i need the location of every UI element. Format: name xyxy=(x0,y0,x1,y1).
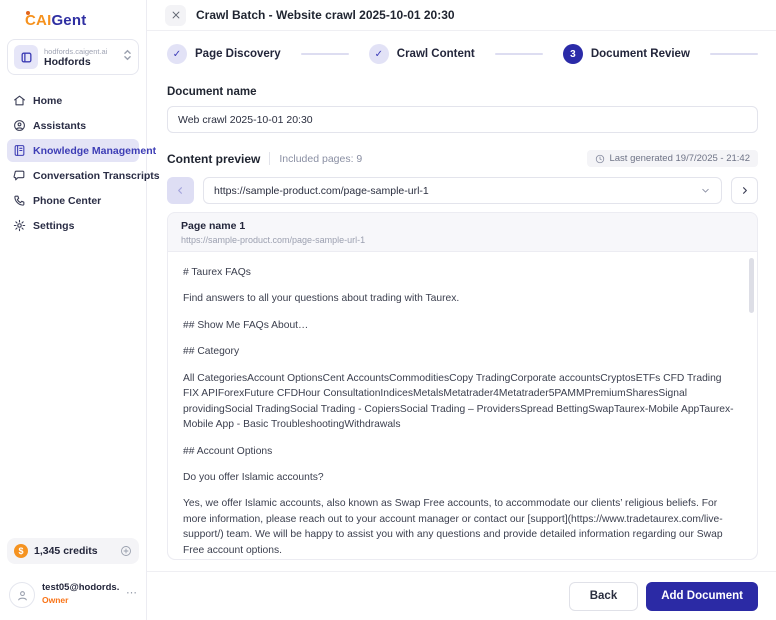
content-line: Yes, we offer Islamic accounts, also kno… xyxy=(183,496,735,558)
content-line: ## Show Me FAQs About… xyxy=(183,318,735,333)
step-page-discovery: ✓ Page Discovery xyxy=(167,44,281,64)
sidebar-nav: Home Assistants Knowledge Management Con… xyxy=(7,89,139,237)
close-button[interactable] xyxy=(165,5,186,26)
previous-page-button[interactable] xyxy=(167,177,194,204)
step-check-icon: ✓ xyxy=(369,44,389,64)
logo-text-gent: Gent xyxy=(51,12,86,29)
page-card-header: Page name 1 https://sample-product.com/p… xyxy=(168,213,757,251)
sidebar-item-label: Conversation Transcripts xyxy=(33,170,160,182)
avatar xyxy=(9,582,35,608)
sidebar-item-label: Settings xyxy=(33,220,74,232)
main-panel: Crawl Batch - Website crawl 2025-10-01 2… xyxy=(147,0,776,620)
sidebar-item-conversation-transcripts[interactable]: Conversation Transcripts xyxy=(7,164,139,187)
sidebar-item-settings[interactable]: Settings xyxy=(7,214,139,237)
chat-icon xyxy=(13,169,26,182)
app-logo: CAIGent xyxy=(7,10,139,39)
sidebar-item-assistants[interactable]: Assistants xyxy=(7,114,139,137)
content-line: ## Account Options xyxy=(183,444,735,459)
knowledge-icon xyxy=(13,144,26,157)
page-navigation-row: https://sample-product.com/page-sample-u… xyxy=(167,177,758,204)
last-generated-badge: Last generated 19/7/2025 - 21:42 xyxy=(587,150,758,167)
page-content-body[interactable]: # Taurex FAQs Find answers to all your q… xyxy=(168,251,757,559)
page-url: https://sample-product.com/page-sample-u… xyxy=(181,235,744,245)
add-credits-icon[interactable] xyxy=(120,545,132,557)
document-name-input[interactable] xyxy=(167,106,758,133)
scrollbar-thumb[interactable] xyxy=(749,258,754,313)
step-check-icon: ✓ xyxy=(167,44,187,64)
sidebar-item-knowledge-management[interactable]: Knowledge Management xyxy=(7,139,139,162)
sidebar-item-phone-center[interactable]: Phone Center xyxy=(7,189,139,212)
workspace-name: Hodfords xyxy=(44,56,117,68)
user-email: test05@hodords.co... xyxy=(42,582,119,593)
coin-icon: $ xyxy=(14,544,28,558)
credits-pill[interactable]: $ 1,345 credits xyxy=(7,538,139,564)
page-name: Page name 1 xyxy=(181,220,744,232)
home-icon xyxy=(13,94,26,107)
user-account[interactable]: test05@hodords.co... Owner ⋯ xyxy=(7,582,139,608)
step-number-badge: 3 xyxy=(563,44,583,64)
step-document-review: 3 Document Review xyxy=(563,44,690,64)
chevron-right-icon xyxy=(739,185,750,196)
sidebar-item-label: Phone Center xyxy=(33,195,101,207)
content-preview-header: Content preview Included pages: 9 Last g… xyxy=(167,150,758,167)
logo-dot xyxy=(26,11,30,15)
back-button[interactable]: Back xyxy=(569,582,639,611)
sidebar-item-label: Knowledge Management xyxy=(33,145,156,157)
sidebar-item-home[interactable]: Home xyxy=(7,89,139,112)
step-connector xyxy=(301,53,349,55)
app-window: CAIGent hodfords.caigent.ai Hodfords Hom… xyxy=(0,0,776,620)
more-options-icon[interactable]: ⋯ xyxy=(126,582,137,599)
clock-icon xyxy=(595,154,605,164)
content-line: ## Category xyxy=(183,344,735,359)
content-line: Do you offer Islamic accounts? xyxy=(183,470,735,485)
last-generated-text: Last generated 19/7/2025 - 21:42 xyxy=(609,153,750,164)
document-name-label: Document name xyxy=(167,86,758,98)
step-label: Document Review xyxy=(591,48,690,60)
phone-icon xyxy=(13,194,26,207)
content-line: All CategoriesAccount OptionsCent Accoun… xyxy=(183,371,735,433)
chevron-left-icon xyxy=(175,185,186,196)
chevron-updown-icon xyxy=(123,48,132,66)
modal-footer: Back Add Document xyxy=(147,571,776,620)
stepper: ✓ Page Discovery ✓ Crawl Content 3 Docum… xyxy=(167,44,758,64)
page-url-select[interactable]: https://sample-product.com/page-sample-u… xyxy=(203,177,722,204)
content-preview-card: Page name 1 https://sample-product.com/p… xyxy=(167,212,758,560)
workspace-domain: hodfords.caigent.ai xyxy=(44,47,117,56)
workspace-icon xyxy=(14,45,38,69)
sidebar-item-label: Assistants xyxy=(33,120,86,132)
step-crawl-content: ✓ Crawl Content xyxy=(369,44,475,64)
workspace-selector[interactable]: hodfords.caigent.ai Hodfords xyxy=(7,39,139,75)
sidebar-item-label: Home xyxy=(33,95,62,107)
page-url-selected: https://sample-product.com/page-sample-u… xyxy=(214,185,700,197)
gear-icon xyxy=(13,219,26,232)
next-page-button[interactable] xyxy=(731,177,758,204)
step-label: Page Discovery xyxy=(195,48,281,60)
chevron-down-icon xyxy=(700,185,711,196)
content-line: Find answers to all your questions about… xyxy=(183,291,735,306)
content-line: # Taurex FAQs xyxy=(183,265,735,280)
included-pages-label: Included pages: 9 xyxy=(279,153,578,165)
credits-label: 1,345 credits xyxy=(34,545,114,557)
main-body: ✓ Page Discovery ✓ Crawl Content 3 Docum… xyxy=(147,31,776,571)
step-label: Crawl Content xyxy=(397,48,475,60)
sidebar: CAIGent hodfords.caigent.ai Hodfords Hom… xyxy=(0,0,147,620)
step-connector xyxy=(495,53,543,55)
content-preview-title: Content preview xyxy=(167,152,260,166)
assistants-icon xyxy=(13,119,26,132)
step-connector xyxy=(710,53,758,55)
user-role-badge: Owner xyxy=(42,595,119,605)
modal-header: Crawl Batch - Website crawl 2025-10-01 2… xyxy=(147,0,776,31)
divider xyxy=(269,152,270,165)
page-title: Crawl Batch - Website crawl 2025-10-01 2… xyxy=(196,8,455,22)
add-document-button[interactable]: Add Document xyxy=(646,582,758,611)
